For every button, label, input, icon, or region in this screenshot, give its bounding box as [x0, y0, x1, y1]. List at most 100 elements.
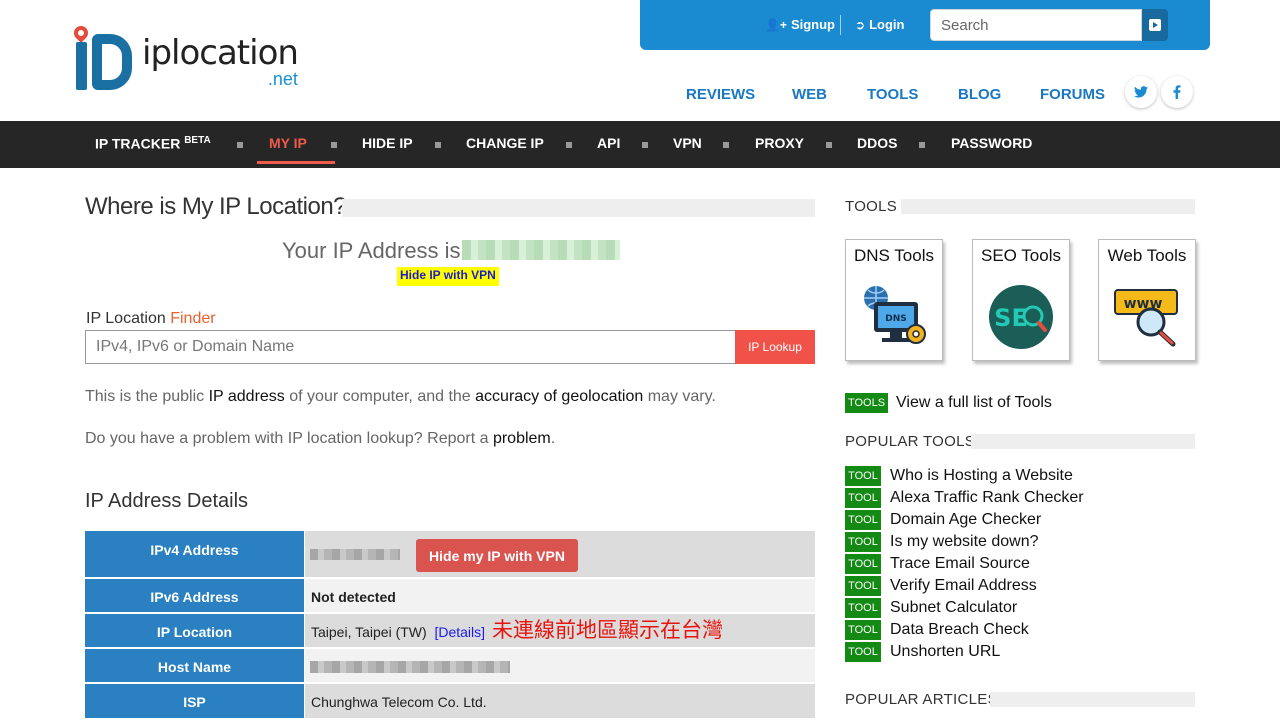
tool-badge: TOOL — [845, 620, 881, 640]
para-text: may vary. — [643, 388, 716, 405]
host-value — [304, 649, 815, 684]
host-redacted — [310, 661, 510, 673]
table-row: Host Name — [85, 649, 815, 684]
accuracy-paragraph: This is the public IP address of your co… — [85, 388, 716, 406]
location-details-link[interactable]: [Details] — [434, 624, 485, 640]
logo-name: iplocation — [142, 33, 299, 73]
details-title: IP Address Details — [85, 490, 249, 512]
ipv4-redacted — [310, 549, 400, 560]
nav-separator — [723, 142, 729, 148]
popular-articles-rule — [990, 692, 1195, 707]
nav-separator — [642, 142, 648, 148]
finder-label-text: IP Location — [86, 310, 166, 327]
nav-separator — [237, 142, 243, 148]
tool-label: Domain Age Checker — [890, 511, 1042, 528]
top-bar: 👤+ Signup ➲ Login — [640, 0, 1210, 50]
search-field[interactable] — [930, 9, 1142, 41]
table-row: IPv6 Address Not detected — [85, 579, 815, 614]
host-key: Host Name — [85, 649, 304, 684]
nav-hide-ip[interactable]: HIDE IP — [362, 135, 413, 151]
page-title: Where is My IP Location? — [85, 193, 347, 220]
list-item[interactable]: TOOL Who is Hosting a Website — [845, 465, 1105, 487]
active-tab-underline — [257, 161, 335, 164]
ip-finder-field[interactable] — [85, 330, 735, 364]
report-problem-link[interactable]: problem — [493, 430, 551, 447]
location-key: IP Location — [85, 614, 304, 649]
tool-badge: TOOL — [845, 466, 881, 486]
tool-label: Who is Hosting a Website — [890, 467, 1073, 484]
list-item[interactable]: TOOL Subnet Calculator — [845, 597, 1105, 619]
subnav-blog[interactable]: BLOG — [958, 86, 1001, 103]
ipv4-key: IPv4 Address — [85, 531, 304, 579]
tool-label: Verify Email Address — [890, 577, 1037, 594]
subnav-forums[interactable]: FORUMS — [1040, 86, 1105, 103]
tool-label: Data Breach Check — [890, 621, 1029, 638]
search-input[interactable] — [931, 10, 1141, 40]
main-nav: IP TRACKER BETA MY IP HIDE IP CHANGE IP … — [0, 121, 1280, 168]
tool-label: Subnet Calculator — [890, 599, 1018, 616]
nav-my-ip[interactable]: MY IP — [269, 135, 307, 151]
search-button[interactable] — [1142, 9, 1168, 41]
nav-proxy[interactable]: PROXY — [755, 135, 804, 151]
tool-badge: TOOL — [845, 532, 881, 552]
nav-ddos[interactable]: DDOS — [857, 135, 897, 151]
list-item[interactable]: TOOL Data Breach Check — [845, 619, 1105, 641]
tools-rule — [901, 199, 1195, 214]
dns-tools-title: DNS Tools — [854, 246, 934, 265]
hide-ip-vpn-link[interactable]: Hide IP with VPN — [397, 267, 499, 286]
full-tools-link[interactable]: TOOLS View a full list of Tools — [845, 393, 1052, 413]
subnav-tools[interactable]: TOOLS — [867, 86, 918, 103]
web-tools-title: Web Tools — [1107, 246, 1187, 265]
facebook-icon[interactable] — [1161, 76, 1193, 108]
isp-key: ISP — [85, 684, 304, 720]
para-text: Do you have a problem with IP location l… — [85, 430, 493, 447]
subnav-web[interactable]: WEB — [792, 86, 827, 103]
list-item[interactable]: TOOL Domain Age Checker — [845, 509, 1105, 531]
nav-change-ip[interactable]: CHANGE IP — [466, 135, 544, 151]
ip-address-link[interactable]: IP address — [209, 388, 285, 405]
isp-value-text: Chunghwa Telecom Co. Ltd. — [311, 694, 487, 710]
tools-heading: TOOLS — [845, 198, 898, 215]
hide-my-ip-button[interactable]: Hide my IP with VPN — [416, 539, 578, 572]
nav-vpn[interactable]: VPN — [673, 135, 702, 151]
list-item[interactable]: TOOL Alexa Traffic Rank Checker — [845, 487, 1105, 509]
report-paragraph: Do you have a problem with IP location l… — [85, 430, 555, 448]
seo-tools-card[interactable]: SEO Tools SE — [972, 239, 1070, 361]
nav-api[interactable]: API — [597, 135, 620, 151]
ip-finder-input[interactable] — [86, 331, 735, 363]
list-item[interactable]: TOOL Trace Email Source — [845, 553, 1105, 575]
subnav-reviews[interactable]: REVIEWS — [686, 86, 755, 103]
divider — [840, 15, 841, 35]
list-item[interactable]: TOOL Is my website down? — [845, 531, 1105, 553]
popular-articles-heading: POPULAR ARTICLES — [845, 691, 998, 708]
geolocation-accuracy-link[interactable]: accuracy of geolocation — [475, 388, 643, 405]
signup-link[interactable]: 👤+ Signup — [765, 17, 835, 32]
nav-password[interactable]: PASSWORD — [951, 135, 1032, 151]
play-arrow-icon — [1149, 19, 1161, 31]
isp-value: Chunghwa Telecom Co. Ltd. — [304, 684, 815, 720]
tools-badge: TOOLS — [845, 393, 888, 413]
list-item[interactable]: TOOL Unshorten URL — [845, 641, 1105, 663]
nav-ip-tracker[interactable]: IP TRACKER BETA — [95, 135, 211, 152]
tool-badge: TOOL — [845, 488, 881, 508]
tool-label: Unshorten URL — [890, 643, 1001, 660]
login-link[interactable]: ➲ Login — [855, 17, 904, 32]
dns-tools-card[interactable]: DNS Tools DNS — [845, 239, 943, 361]
tool-badge: TOOL — [845, 510, 881, 530]
web-tools-card[interactable]: Web Tools www — [1098, 239, 1196, 361]
ipv6-value-text: Not detected — [311, 589, 396, 605]
ip-lookup-button[interactable]: IP Lookup — [735, 330, 815, 364]
list-item[interactable]: TOOL Verify Email Address — [845, 575, 1105, 597]
ipv4-value: Hide my IP with VPN — [304, 531, 815, 579]
tool-badge: TOOL — [845, 642, 881, 662]
full-tools-label: View a full list of Tools — [896, 394, 1052, 411]
tool-label: Alexa Traffic Rank Checker — [890, 489, 1084, 506]
tool-label: Is my website down? — [890, 533, 1039, 550]
tool-badge: TOOL — [845, 598, 881, 618]
para-text: This is the public — [85, 388, 209, 405]
site-logo[interactable]: iplocation .net — [71, 23, 299, 90]
twitter-icon[interactable] — [1125, 76, 1157, 108]
www-search-icon: www — [1114, 289, 1178, 347]
seo-tools-title: SEO Tools — [980, 246, 1061, 265]
table-row: IPv4 Address Hide my IP with VPN — [85, 531, 815, 579]
